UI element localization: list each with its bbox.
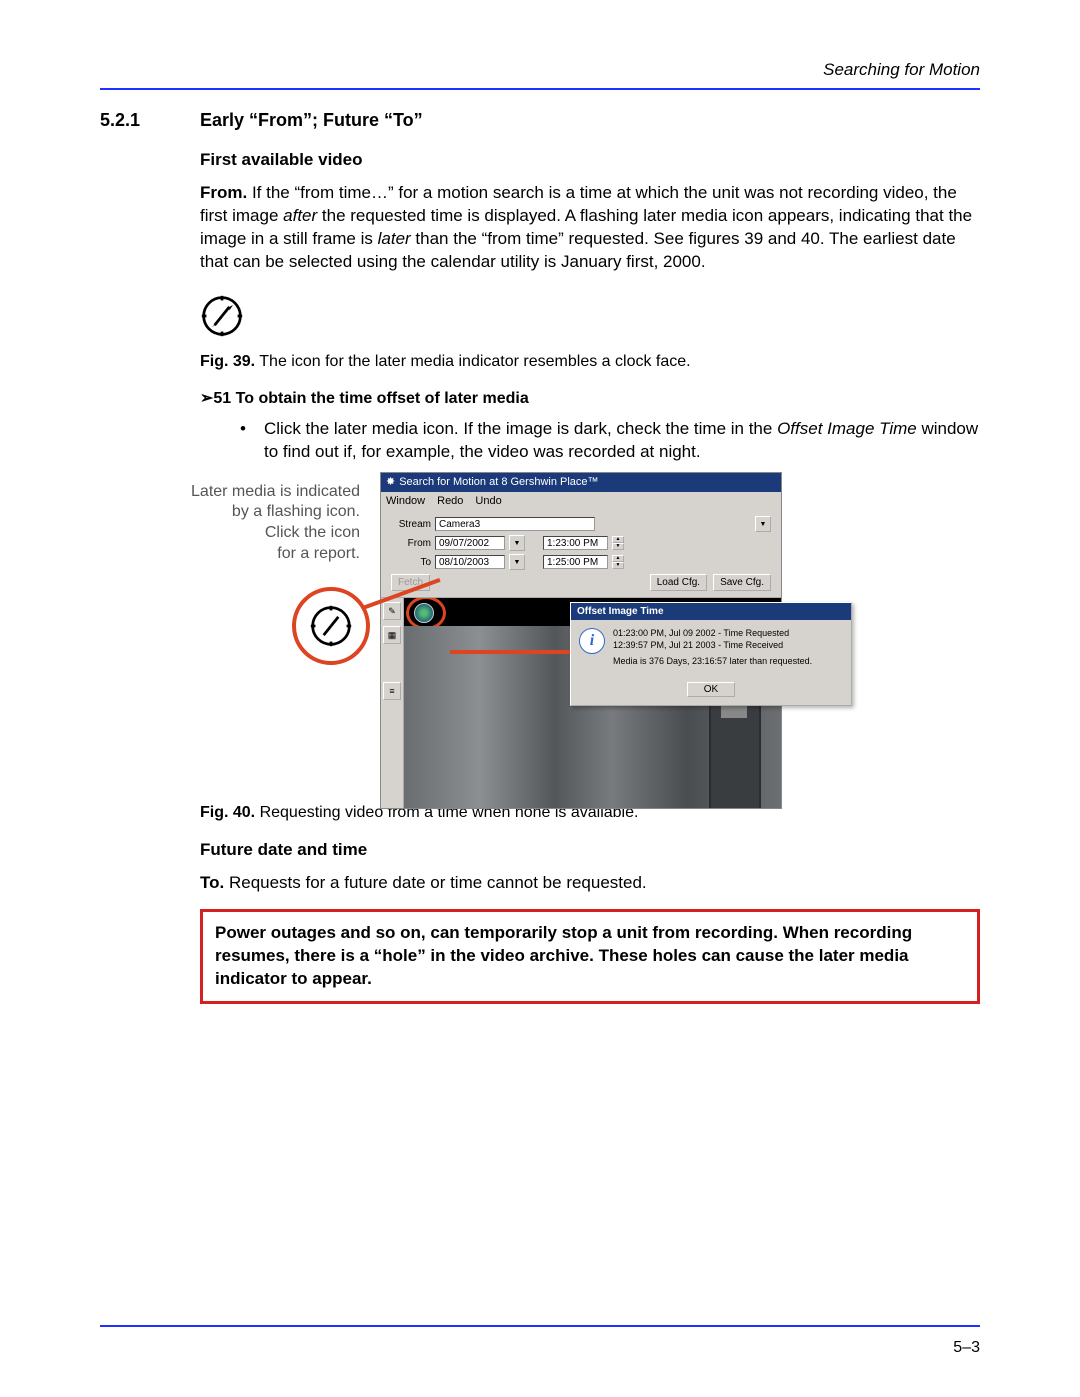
clock-icon [200,294,244,338]
italic-later: later [378,229,411,248]
tool-icon[interactable]: ▦ [383,626,401,644]
header-rule [100,88,980,90]
italic-after: after [283,206,317,225]
to-time-spinner[interactable]: ▲▼ [612,555,624,569]
text-line: Media is 376 Days, 23:16:57 later than r… [613,656,812,668]
fig39-caption: Fig. 39. The icon for the later media in… [200,351,980,373]
annotation-text: Later media is indicated by a flashing i… [160,482,360,565]
subheading-future: Future date and time [200,839,980,862]
warning-note-box: Power outages and so on, can temporarily… [200,909,980,1004]
window-title: Search for Motion at 8 Gershwin Place™ [399,475,598,490]
from-time-spinner[interactable]: ▲▼ [612,536,624,550]
menu-undo[interactable]: Undo [475,494,501,509]
lead-from: From. [200,183,247,202]
text: Requests for a future date or time canno… [224,873,646,892]
running-header: Searching for Motion [100,60,980,80]
arrow-icon: ➢ [200,390,213,407]
label-stream: Stream [391,518,431,532]
save-cfg-button[interactable]: Save Cfg. [713,574,771,591]
proc-title: To obtain the time offset of later media [231,390,529,407]
paragraph-to: To. Requests for a future date or time c… [200,872,980,895]
section-title: Early “From”; Future “To” [200,110,423,131]
info-icon: i [579,628,605,654]
stream-field[interactable]: Camera3 [435,517,595,531]
paragraph-from: From. If the “from time…” for a motion s… [200,182,980,274]
fig-label: Fig. 39. [200,353,255,370]
dialog-message: 01:23:00 PM, Jul 09 2002 - Time Requeste… [613,628,812,671]
from-time-field[interactable]: 1:23:00 PM [543,536,608,550]
subheading-first-available: First available video [200,149,980,172]
menu-window[interactable]: Window [386,494,425,509]
app-icon: ✸ [386,475,395,490]
later-media-icon[interactable] [414,603,434,623]
to-date-dropdown[interactable]: ▼ [509,554,525,570]
fig-label: Fig. 40. [200,804,255,821]
figure-40: Later media is indicated by a flashing i… [160,472,860,792]
page-number: 5–3 [953,1339,980,1357]
text: Click the later media icon. If the image… [264,419,777,438]
video-sidebar: ✎ ▦ ≡ [381,598,404,808]
from-date-dropdown[interactable]: ▼ [509,535,525,551]
label-to: To [391,556,431,570]
menubar: Window Redo Undo [381,492,781,511]
italic-offset: Offset Image Time [777,419,917,438]
proc-num: 51 [213,390,231,407]
annot-line: for a report. [277,545,360,562]
dialog-title[interactable]: Offset Image Time [571,603,851,621]
menu-redo[interactable]: Redo [437,494,463,509]
annot-line: by a flashing icon. [232,503,360,520]
annot-line: Click the icon [265,524,360,541]
bullet-icon: • [240,418,264,464]
procedure-heading: ➢51 To obtain the time offset of later m… [200,388,980,410]
to-date-field[interactable]: 08/10/2003 [435,555,505,569]
from-date-field[interactable]: 09/07/2002 [435,536,505,550]
text-line: 12:39:57 PM, Jul 21 2003 - Time Received [613,640,812,652]
annot-line: Later media is indicated [191,483,360,500]
form-area: Stream Camera3 ▼ From 09/07/2002 ▼ 1:23:… [381,510,781,598]
stream-dropdown[interactable]: ▼ [755,516,771,532]
tool-icon[interactable]: ✎ [383,602,401,620]
lead-to: To. [200,873,224,892]
load-cfg-button[interactable]: Load Cfg. [650,574,707,591]
fig-text: The icon for the later media indicator r… [255,353,690,370]
label-from: From [391,537,431,551]
window-titlebar[interactable]: ✸ Search for Motion at 8 Gershwin Place™ [381,473,781,492]
footer-rule [100,1325,980,1327]
callout-arrow [450,650,585,654]
ok-button[interactable]: OK [687,682,735,697]
magnified-clock-icon [292,587,370,665]
bullet-item: • Click the later media icon. If the ima… [240,418,980,464]
tool-icon[interactable]: ≡ [383,682,401,700]
to-time-field[interactable]: 1:25:00 PM [543,555,608,569]
text-line: 01:23:00 PM, Jul 09 2002 - Time Requeste… [613,628,812,640]
offset-image-time-dialog: Offset Image Time i 01:23:00 PM, Jul 09 … [570,602,852,706]
section-number: 5.2.1 [100,110,200,131]
